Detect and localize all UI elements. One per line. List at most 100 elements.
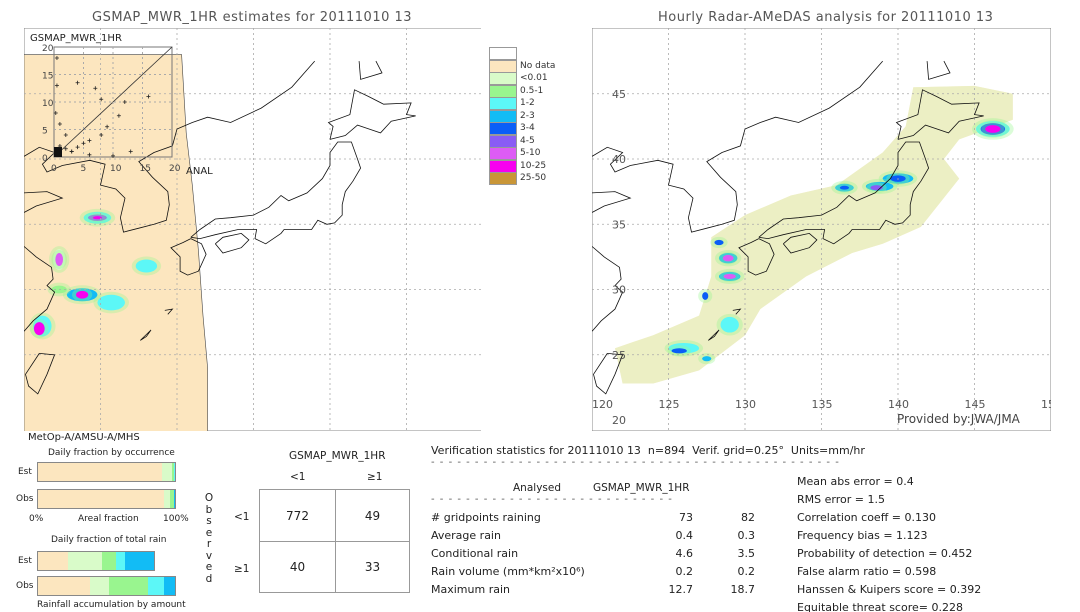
scatter-ylabel: GSMAP_MWR_1HR — [30, 33, 122, 44]
legend-swatch — [489, 159, 517, 173]
score-line: RMS error = 1.5 — [797, 493, 885, 506]
bar-segment — [38, 463, 162, 481]
occ-obs-label: Obs — [16, 494, 34, 504]
occurrence-obs-bar — [37, 489, 176, 509]
cell-misses: 40 — [289, 560, 306, 574]
observed-letter: d — [205, 572, 213, 585]
col-analysed: Analysed — [513, 482, 561, 494]
lat-tick-label: 35 — [612, 218, 626, 231]
acc-est-label: Est — [18, 556, 32, 566]
stat-estimate-value: 0.3 — [737, 529, 756, 542]
legend-swatch — [489, 47, 517, 60]
legend-label: 4-5 — [520, 135, 535, 146]
stat-analysed-value: 73 — [679, 511, 693, 524]
observed-letter: r — [206, 538, 212, 550]
rain-cell — [720, 316, 739, 333]
estimate-map: 00 5 5 10 10 15 15 20 20 — [24, 28, 481, 431]
bar-segment — [101, 552, 116, 570]
scatter-x-tick: 5 — [81, 164, 87, 174]
observed-letter: e — [205, 561, 213, 573]
lon-tick-label: 120 — [592, 398, 613, 411]
axis-right: 100% — [163, 514, 189, 524]
lon-tick-label: 140 — [888, 398, 909, 411]
col-ge: ≥1 — [367, 471, 383, 483]
rain-cell — [714, 239, 724, 246]
stat-estimate-value: 18.7 — [730, 583, 756, 596]
scatter-x-tick: 20 — [169, 164, 181, 174]
lat-tick-label: 20 — [612, 414, 626, 427]
scatter-y-tick: 5 — [42, 127, 48, 137]
scatter-y-tick: 10 — [42, 99, 54, 109]
scatter-y-tick: 20 — [42, 44, 54, 54]
scatter-y-tick: 0 — [42, 154, 48, 164]
rain-cell — [985, 125, 1001, 133]
legend-swatch — [489, 84, 517, 98]
accumulation-est-bar — [37, 551, 156, 571]
lat-tick-label: 30 — [612, 284, 626, 297]
divider: - - - - - - - - - - - - - - - - - - - - … — [431, 457, 840, 468]
bar-segment — [173, 490, 175, 508]
col-est: GSMAP_MWR_1HR — [593, 482, 690, 494]
accumulation-obs-bar — [37, 576, 176, 596]
stat-analysed-value: 4.6 — [675, 547, 694, 560]
observed-letter: O — [204, 492, 214, 504]
legend-swatch — [489, 109, 517, 123]
scatter-x-tick: 10 — [110, 164, 122, 174]
stat-analysed-value: 0.2 — [675, 565, 694, 578]
verification-figure: GSMAP_MWR_1HR estimates for 20111010 13 … — [0, 0, 1080, 612]
contingency-title: GSMAP_MWR_1HR — [289, 450, 386, 462]
legend-swatch — [489, 134, 517, 148]
lon-tick-label: 150 — [1041, 398, 1051, 411]
stats-header: Verification statistics for 20111010 13 … — [431, 444, 865, 457]
lat-tick-label: 45 — [612, 88, 626, 101]
row-ge: ≥1 — [234, 563, 250, 575]
bar-segment — [125, 552, 155, 570]
legend-swatch — [489, 172, 517, 185]
legend-swatch — [489, 72, 517, 85]
score-line: Correlation coeff = 0.130 — [797, 511, 936, 524]
score-line: Equitable threat score= 0.228 — [797, 601, 963, 612]
rain-cell — [33, 322, 45, 336]
bar-segment — [38, 552, 69, 570]
stat-estimate-value: 3.5 — [737, 547, 756, 560]
occurrence-title: Daily fraction by occurrence — [48, 448, 175, 458]
rain-cell — [702, 356, 712, 362]
score-line: Frequency bias = 1.123 — [797, 529, 928, 542]
rain-cell — [723, 273, 736, 280]
legend-label: No data — [520, 60, 556, 71]
col-lt: <1 — [290, 471, 306, 483]
legend-label: 10-25 — [520, 160, 547, 171]
stat-row-label: # gridpoints raining — [431, 511, 541, 524]
bar-segment — [38, 577, 91, 595]
row-lt: <1 — [234, 511, 250, 523]
lat-tick-label: 40 — [612, 153, 626, 166]
observed-letter: s — [206, 515, 212, 527]
axis-left: 0% — [29, 514, 44, 524]
accumulation-caption: Rainfall accumulation by amount — [37, 600, 186, 610]
rain-cell — [97, 294, 125, 311]
bar-segment — [161, 463, 172, 481]
legend-label: 3-4 — [520, 123, 535, 133]
bar-segment — [109, 577, 148, 595]
cell-hits-none: 772 — [286, 509, 309, 523]
bar-segment — [164, 577, 175, 595]
rain-cell — [135, 259, 158, 273]
bar-segment — [147, 577, 165, 595]
stat-analysed-value: 0.4 — [675, 529, 694, 542]
bar-segment — [68, 552, 102, 570]
lon-tick-label: 145 — [965, 398, 986, 411]
stat-analysed-value: 12.7 — [668, 583, 694, 596]
score-line: Mean abs error = 0.4 — [797, 475, 914, 488]
lon-tick-label: 135 — [812, 398, 833, 411]
observed-label: Observed — [204, 492, 214, 585]
legend-label: 0.5-1 — [520, 85, 544, 96]
stat-estimate-value: 82 — [741, 511, 755, 524]
stat-estimate-value: 0.2 — [737, 565, 756, 578]
stat-row-label: Conditional rain — [431, 547, 519, 560]
scatter-x-tick: 15 — [140, 164, 151, 174]
cell-hits: 33 — [364, 560, 381, 574]
bar-segment — [115, 552, 126, 570]
data-credit: Provided by:JWA/JMA — [897, 412, 1020, 426]
scatter-x-tick: 0 — [51, 164, 57, 174]
score-line: False alarm ratio = 0.598 — [797, 565, 937, 578]
